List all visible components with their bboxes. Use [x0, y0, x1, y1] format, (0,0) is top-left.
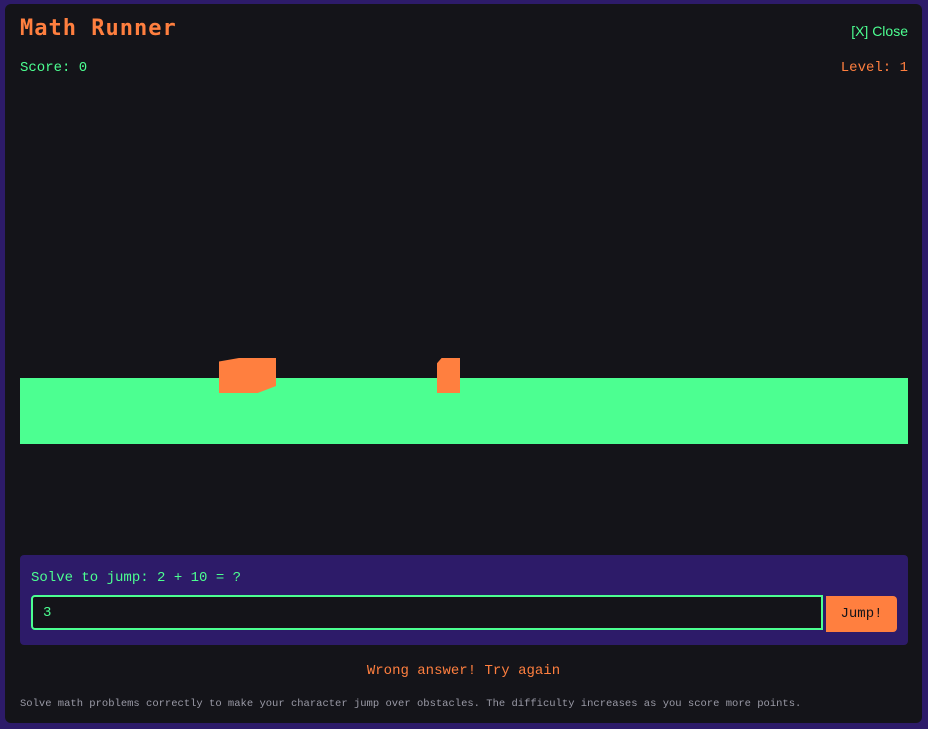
level-display: Level: 1 [840, 60, 908, 76]
help-text: Solve math problems correctly to make yo… [20, 698, 802, 710]
question-panel: Solve to jump: 2 + 10 = ? Jump! [20, 555, 908, 645]
game-window: Math Runner [X] Close Score: 0 Level: 1 … [5, 4, 922, 723]
question-prompt: Solve to jump: 2 + 10 = ? [31, 570, 242, 586]
game-title: Math Runner [20, 16, 177, 41]
score-display: Score: 0 [20, 60, 88, 76]
answer-input[interactable] [31, 595, 823, 630]
obstacle [219, 358, 276, 393]
close-button[interactable]: [X] Close [851, 23, 908, 39]
obstacle [437, 358, 460, 393]
jump-button[interactable]: Jump! [826, 596, 897, 632]
game-canvas [20, 92, 908, 542]
feedback-message: Wrong answer! Try again [366, 663, 561, 679]
ground [20, 378, 908, 444]
